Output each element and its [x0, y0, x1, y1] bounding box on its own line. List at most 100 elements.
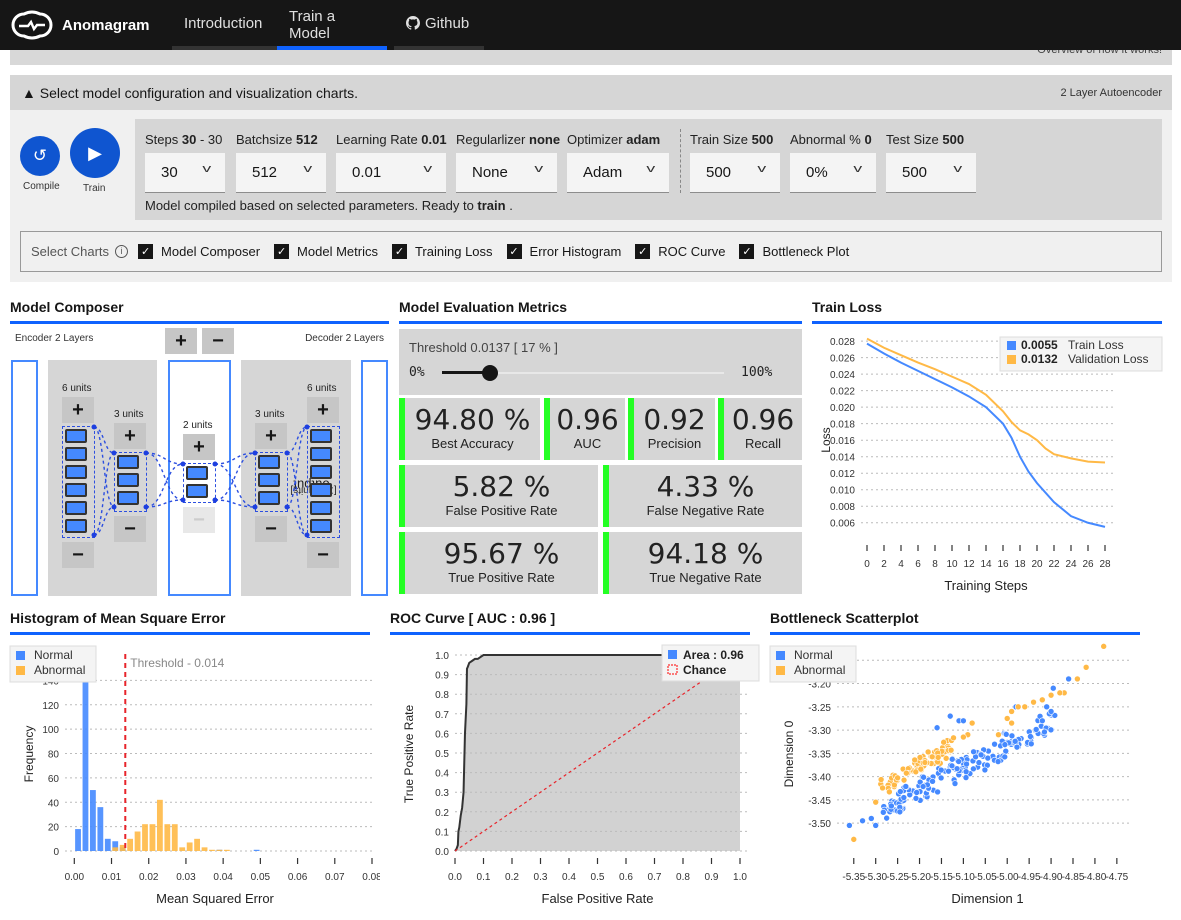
bottleneck-title: Bottleneck Scatterplot: [770, 610, 919, 626]
connection-line: [145, 452, 184, 501]
neuron-unit: [65, 501, 87, 515]
checkbox-bottleneck-plot[interactable]: ✓ Bottleneck Plot: [739, 244, 849, 259]
connection-dot: [212, 461, 218, 467]
config-accordion-header[interactable]: ▲ Select model configuration and visuali…: [10, 75, 1172, 110]
nav-introduction[interactable]: Introduction: [172, 0, 277, 50]
y-tick-label: 0.026: [830, 354, 855, 365]
batchsize-select[interactable]: 512 v: [236, 153, 326, 193]
checkbox-model-metrics[interactable]: ✓ Model Metrics: [274, 244, 378, 259]
scatter-point-normal: [896, 808, 904, 816]
scatter-point-normal: [994, 758, 1002, 765]
scatter-point-abnormal: [900, 776, 908, 784]
scatter-point-abnormal: [1039, 696, 1046, 704]
nav-github[interactable]: Github: [394, 0, 484, 50]
connection-dot: [111, 450, 117, 456]
scatter-point-normal: [1027, 733, 1034, 740]
compile-button[interactable]: ↺: [20, 136, 60, 176]
model-type-label: 2 Layer Autoencoder: [1060, 87, 1162, 99]
hist-bar-abnormal: [112, 847, 119, 851]
params-panel: Steps 30 - 30 Batchsize 512 Learning Rat…: [135, 119, 1162, 220]
info-icon[interactable]: i: [115, 245, 129, 258]
roc-curve-chart: 0.0 0.1 0.2 0.3 0.4 0.5 0.6 0.7 0.8 0.9 1.0 0.0 0.1 0…: [402, 644, 760, 906]
slider-min-label: 0%: [409, 365, 425, 380]
param-optimizer-label: Optimizer adam: [567, 132, 661, 147]
chevron-down-icon: v: [201, 163, 211, 175]
scatter-point-abnormal: [1100, 643, 1107, 650]
scatter-point-normal: [977, 751, 985, 759]
checkbox-error-histogram[interactable]: ✓ Error Histogram: [506, 244, 621, 259]
optimizer-select[interactable]: Adam v: [567, 153, 669, 193]
chevron-down-icon: v: [533, 163, 543, 175]
slider-handle[interactable]: [481, 365, 498, 381]
connection-line: [93, 506, 115, 536]
brand[interactable]: Anomagram: [10, 10, 160, 40]
x-tick-label: 0.7: [648, 872, 662, 883]
x-tick-label: 0.9: [705, 872, 719, 883]
metric-fpr: 5.82 % False Positive Rate: [399, 465, 598, 527]
scatter-point-normal: [1047, 726, 1055, 734]
threshold-slider[interactable]: [442, 365, 724, 381]
scatter-point-normal: [902, 783, 910, 790]
scatter-point-normal: [1043, 703, 1050, 711]
top-nav: Anomagram Introduction Train a Model Git…: [0, 0, 1181, 50]
bottleneck-divider: [770, 632, 1140, 635]
checkbox-roc-curve[interactable]: ✓ ROC Curve: [635, 244, 725, 259]
abnormal-pct-select[interactable]: 0% v: [790, 153, 876, 193]
scatter-point-abnormal: [1008, 708, 1015, 715]
steps-select[interactable]: 30 v: [145, 153, 225, 193]
anomagram-logo-icon: [11, 10, 53, 40]
scatter-point-abnormal: [879, 784, 886, 792]
hist-bar-abnormal: [156, 799, 163, 851]
x-tick-label: 0.8: [676, 872, 690, 883]
legend-value: 0.0055: [1021, 338, 1058, 352]
hist-bar-abnormal: [179, 847, 186, 851]
param-lr-label: Learning Rate 0.01: [336, 132, 447, 147]
checkmark-icon: ✓: [635, 244, 651, 259]
scatter-point-abnormal: [903, 769, 910, 777]
neuron-unit: [65, 465, 87, 479]
scatter-point-abnormal: [877, 776, 885, 783]
connection-dot: [304, 424, 310, 430]
scatter-point-normal: [888, 802, 895, 810]
connection-dot: [143, 450, 149, 456]
train-loss-chart: 0.006 0.008 0.010 0.012 0.014 0.016 0.018 0.020…: [819, 336, 1163, 593]
hist-bar-normal: [97, 807, 104, 851]
nav-train-model[interactable]: Train a Model: [277, 0, 387, 50]
scatter-point-normal: [1039, 717, 1046, 725]
y-tick-label: 0.022: [830, 387, 855, 398]
learning-rate-select[interactable]: 0.01 v: [336, 153, 446, 193]
x-tick-label: 0.02: [139, 872, 159, 883]
x-tick-label: 0: [864, 559, 870, 570]
scatter-point-normal: [912, 795, 920, 802]
train-size-select[interactable]: 500 v: [690, 153, 780, 193]
checkbox-training-loss[interactable]: ✓ Training Loss: [391, 244, 493, 259]
y-tick-label: -3.30: [808, 726, 831, 737]
chevron-down-icon: v: [756, 163, 766, 175]
connection-line: [145, 452, 184, 465]
scatter-point-normal: [1041, 728, 1048, 736]
scatter-point-normal: [1013, 743, 1021, 751]
scatter-point-normal: [933, 724, 941, 732]
neuron-unit: [65, 519, 87, 533]
metrics-title: Model Evaluation Metrics: [399, 299, 568, 315]
y-tick-label: 0.020: [830, 403, 855, 414]
nav-introduction-label: Introduction: [184, 14, 263, 32]
x-tick-label: -5.35: [842, 872, 865, 883]
scatter-point-abnormal: [917, 765, 925, 773]
connection-dot: [304, 532, 310, 538]
metric-auc: 0.96 AUC: [544, 398, 625, 460]
param-abnormal-label: Abnormal % 0: [790, 132, 872, 147]
scatter-point-abnormal: [1014, 703, 1022, 711]
regularizer-select[interactable]: None v: [456, 153, 557, 193]
scatter-point-normal: [951, 780, 959, 787]
neuron-unit: [258, 473, 280, 487]
metric-recall: 0.96 Recall: [718, 398, 802, 460]
train-button[interactable]: ▶: [70, 128, 120, 178]
x-tick-label: 0.3: [534, 872, 548, 883]
checkbox-model-composer[interactable]: ✓ Model Composer: [138, 244, 260, 259]
chevron-down-icon: v: [852, 163, 862, 175]
test-size-select[interactable]: 500 v: [886, 153, 976, 193]
connection-dot: [252, 504, 258, 510]
x-tick-label: 0.08: [362, 872, 380, 883]
scatter-point-normal: [960, 717, 967, 725]
